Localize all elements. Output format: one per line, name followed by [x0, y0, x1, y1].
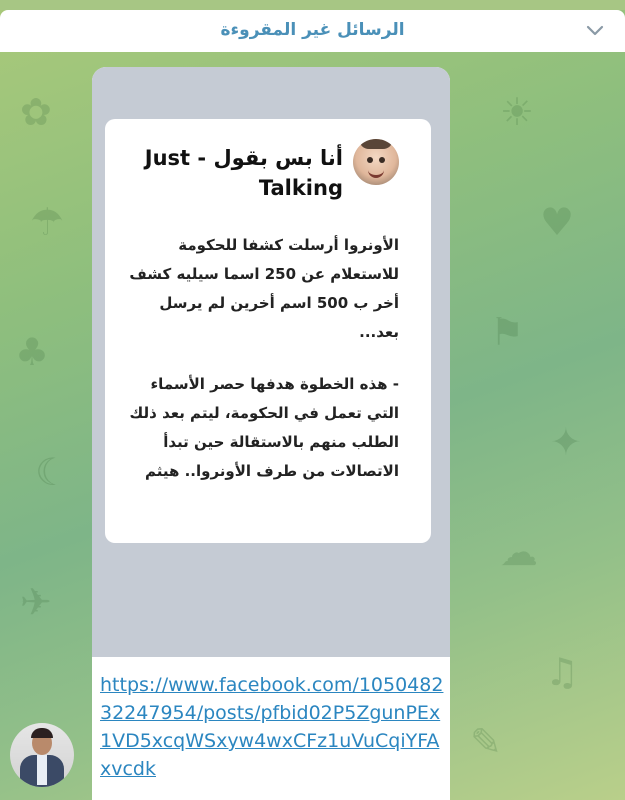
doodle-icon: ✎ [470, 720, 502, 764]
doodle-icon: ♣ [15, 330, 50, 374]
post-text: الأونروا أرسلت كشفا للحكومة للاستعلام عن… [127, 231, 399, 486]
doodle-icon: ✈ [20, 580, 52, 624]
chevron-down-icon[interactable] [585, 22, 605, 38]
doodle-icon: ☁ [500, 530, 538, 574]
post-paragraph: الأونروا أرسلت كشفا للحكومة للاستعلام عن… [129, 236, 399, 341]
doodle-icon: ♫ [545, 650, 580, 694]
doodle-icon: ♥ [540, 200, 575, 244]
post-card: أنا بس بقول - Just Talking الأونروا أرسل… [105, 119, 431, 543]
doodle-icon: ☾ [35, 450, 70, 494]
page-avatar [353, 139, 399, 185]
doodle-icon: ✿ [20, 90, 52, 134]
doodle-icon: ☀ [500, 90, 535, 134]
status-strip [0, 0, 625, 10]
unread-messages-title: الرسائل غير المقروءة [220, 20, 405, 40]
post-paragraph: - هذه الخطوة هدفها حصر الأسماء التي تعمل… [129, 375, 399, 480]
facebook-post-link[interactable]: https://www.facebook.com/105048232247954… [100, 671, 445, 783]
message-bubble[interactable]: أنا بس بقول - Just Talking الأونروا أرسل… [92, 67, 450, 800]
page-name: أنا بس بقول - Just Talking [144, 146, 343, 200]
doodle-icon: ☂ [30, 200, 65, 244]
unread-messages-bar[interactable]: الرسائل غير المقروءة [0, 10, 625, 52]
doodle-icon: ✦ [550, 420, 582, 464]
link-preview-image[interactable]: أنا بس بقول - Just Talking الأونروا أرسل… [92, 67, 450, 657]
doodle-icon: ⚑ [490, 310, 525, 354]
avatar[interactable] [10, 723, 74, 787]
